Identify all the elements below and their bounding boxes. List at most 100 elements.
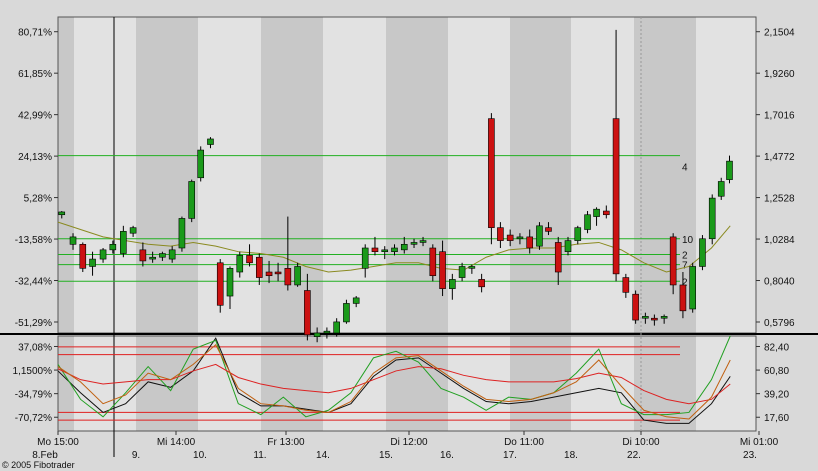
candle-body [410,242,418,245]
left-tick-label: -32,44% [15,277,52,288]
osc-right-tick-label: 39,20 [764,390,789,401]
candle-body [294,266,301,286]
level-label: 4 [682,163,688,174]
candle-body [516,236,524,240]
level-label: 10 [682,235,694,246]
candle-body [265,271,273,277]
candle-body [197,149,205,179]
date-label: 14. [316,450,330,461]
candle-body [352,297,360,304]
candle-body [699,238,706,267]
candle-body [120,231,127,254]
date-label: 23. [743,450,757,461]
candle-body [478,279,485,288]
candle-body [361,247,369,269]
candle-body [564,240,572,252]
right-tick-label: 2,1504 [764,28,795,39]
candle-body [458,266,466,278]
candle-body [129,227,137,234]
candle-body [255,256,263,278]
time-label: Mo 15:00 [37,437,79,448]
right-tick-label: 1,0284 [764,235,795,246]
candle-body [679,284,687,312]
level-label: 7 [682,261,688,272]
left-tick-label: 42,99% [18,111,52,122]
time-label: Fr 13:00 [267,437,305,448]
osc-right-tick-label: 17,60 [764,413,789,424]
right-tick-label: 0,8040 [764,277,795,288]
date-label: 17. [503,450,517,461]
candle-body [207,138,214,145]
candle-body [536,225,543,247]
right-tick-label: 1,9260 [764,69,795,80]
candle-body [69,236,77,245]
day-band [261,336,323,431]
candle-body [449,279,456,289]
candle-body [58,211,66,216]
candle-body [188,181,195,219]
osc-left-tick-label: 1,1500% [13,366,53,377]
osc-left-tick-label: 37,08% [18,342,52,353]
candle-body [400,243,408,251]
osc-left-tick-label: -70,72% [15,413,52,424]
candle-body [284,268,292,286]
date-label: 11. [253,450,266,461]
date-label: 15. [379,450,393,461]
candle-body [488,118,495,228]
candle-body [574,227,582,241]
candle-body [726,160,733,180]
left-tick-label: 80,71% [18,28,52,39]
candle-body [708,197,716,240]
left-tick-label: 61,85% [18,69,52,80]
date-label: 22. [627,450,641,461]
left-tick-label: 5,28% [24,194,52,205]
candle-body [689,266,696,310]
candle-body [506,234,514,241]
candle-body [429,247,437,277]
day-band [386,336,448,431]
left-tick-label: -51,29% [15,318,52,329]
candle-body [159,253,166,258]
candle-body [79,243,87,269]
time-label: Di 10:00 [622,437,660,448]
left-tick-label: 24,13% [18,152,52,163]
candle-body [554,242,562,273]
left-tick-label: -13,58% [15,235,52,246]
date-label: 18. [564,450,578,461]
candle-body [304,290,311,336]
candle-body [139,249,147,262]
candle-body [226,268,234,297]
date-label: 9. [132,450,140,461]
candle-body [323,330,331,334]
candle-body [89,258,96,267]
candle-body [622,277,630,293]
candle-body [274,271,282,275]
date-label: 10. [193,450,207,461]
candle-body [343,303,350,323]
candle-body [439,251,446,289]
day-band [510,336,571,431]
day-band [510,17,571,333]
right-tick-label: 0,5796 [764,318,795,329]
candle-body [660,316,668,319]
candle-body [236,255,244,273]
right-tick-label: 1,4772 [764,152,795,163]
time-label: Do 11:00 [504,437,544,448]
candle-body [313,332,321,337]
candle-body [216,262,224,306]
candle-body [391,247,398,252]
time-label: Mi 01:00 [740,437,779,448]
candle-body [612,118,620,275]
candle-body [526,236,533,249]
candle-body [545,227,552,232]
candle-body [632,293,639,321]
candle-body [717,181,725,197]
candle-body [333,321,340,334]
osc-right-tick-label: 82,40 [764,342,789,353]
candle-body [381,249,389,252]
day-band [386,17,448,333]
time-label: Di 12:00 [390,437,428,448]
candle-body [468,266,476,269]
candle-body [109,243,117,251]
candle-body [149,256,156,260]
